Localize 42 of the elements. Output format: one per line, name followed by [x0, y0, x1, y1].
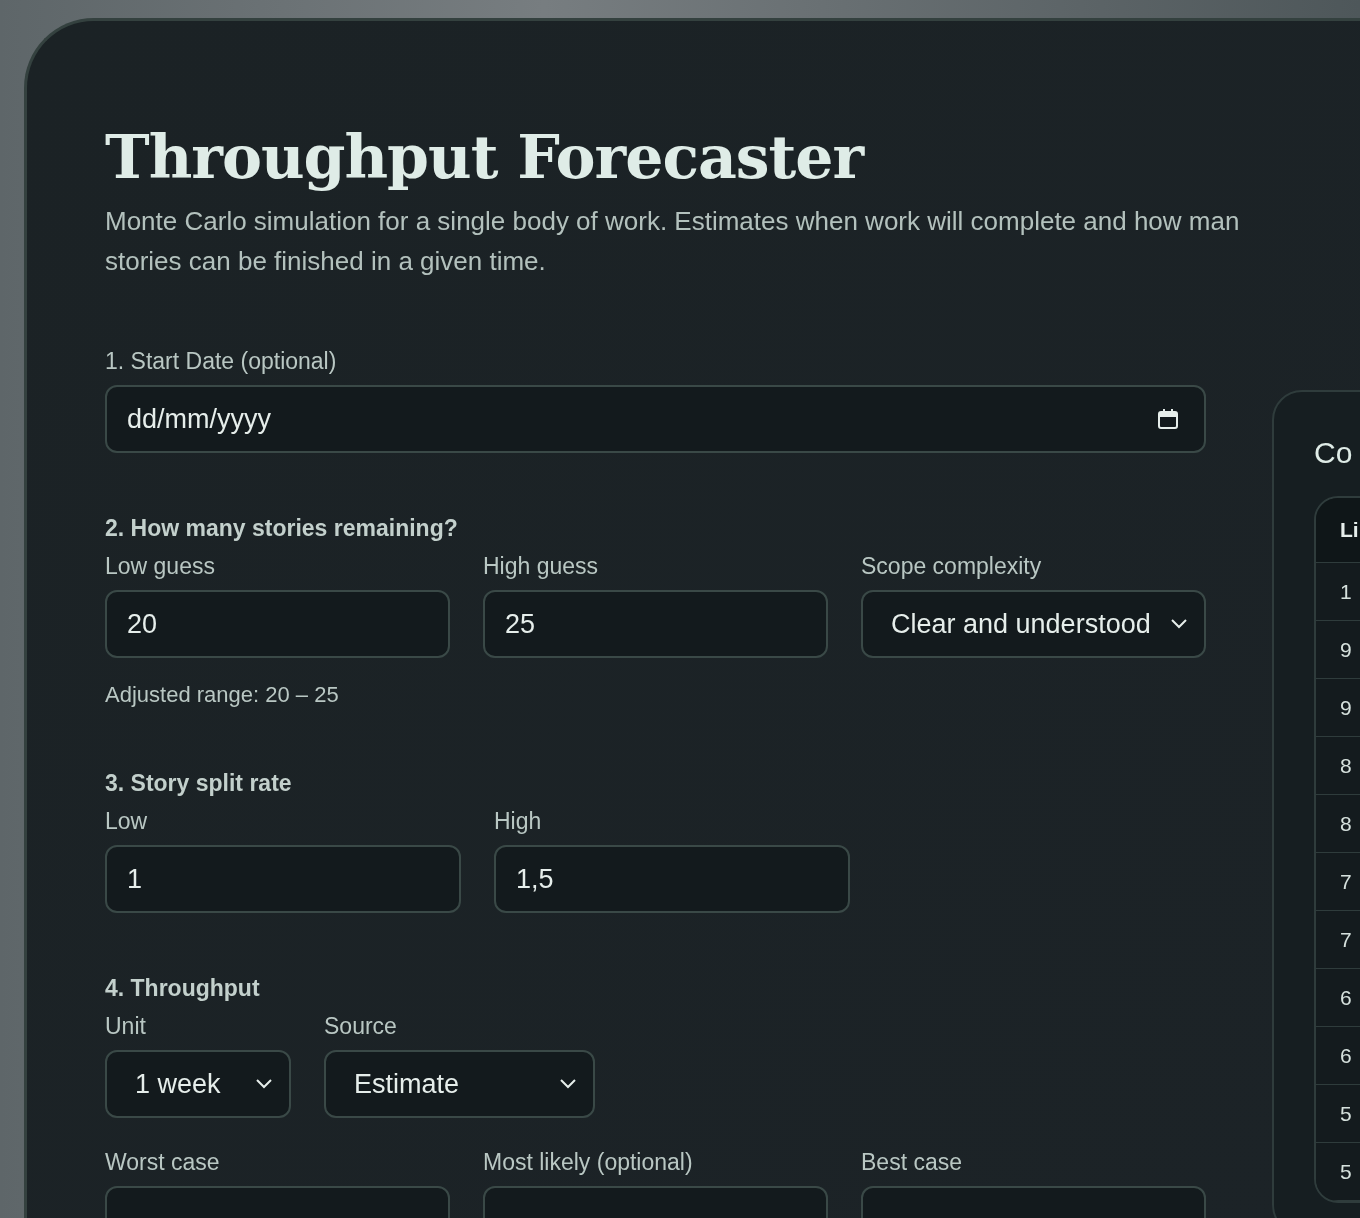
- input-field[interactable]: 20: [105, 590, 450, 658]
- chevron-icon: [559, 1078, 577, 1090]
- field-label: High guess: [483, 552, 599, 580]
- table-cell: 6: [1340, 1043, 1352, 1068]
- field-label: Unit: [105, 1012, 146, 1040]
- dropdown[interactable]: Estimate: [324, 1050, 595, 1118]
- table-cell: 9: [1340, 695, 1352, 720]
- table-cell: 7: [1340, 869, 1352, 894]
- table-cell: 5: [1340, 1159, 1352, 1184]
- date-field[interactable]: dd/mm/yyyy: [105, 385, 1206, 453]
- table-cell: 1: [1340, 579, 1352, 604]
- field-label: Scope complexity: [861, 552, 1042, 580]
- calendar-icon: [1156, 407, 1180, 431]
- page-title: Throughput Forecaster: [105, 121, 866, 193]
- description: Monte Carlo simulation for a single body of work. Estimates when work will complete and how man stories can be finished in a given time.: [105, 205, 1240, 278]
- field-label: Source: [324, 1012, 397, 1040]
- table-cell: 9: [1340, 637, 1352, 662]
- table-cell: 5: [1340, 1101, 1352, 1126]
- field-label: High: [494, 807, 542, 835]
- input-field[interactable]: 25: [483, 590, 828, 658]
- chevron-icon: [1170, 618, 1188, 630]
- dropdown[interactable]: Clear and understood: [861, 590, 1206, 658]
- table-cell: 8: [1340, 811, 1352, 836]
- field-label: Most likely (optional): [483, 1148, 693, 1176]
- section-heading: 4. Throughput: [105, 975, 260, 1002]
- section-heading: 2. How many stories remaining?: [105, 515, 458, 542]
- field-label: Worst case: [105, 1148, 220, 1176]
- field-label: Low guess: [105, 552, 215, 580]
- section-heading: 3. Story split rate: [105, 770, 292, 797]
- field-label: Low: [105, 807, 148, 835]
- panel-title: Co: [1314, 436, 1353, 470]
- table-cell: 8: [1340, 753, 1352, 778]
- input-field[interactable]: 1,5: [494, 845, 850, 913]
- adjusted-range: Adjusted range: 20 – 25: [105, 682, 339, 708]
- table-cell: 7: [1340, 927, 1352, 952]
- field-label: 1. Start Date (optional): [105, 347, 337, 375]
- chevron-icon: [255, 1078, 273, 1090]
- input-field[interactable]: 1: [105, 845, 461, 913]
- column-header: Li: [1340, 518, 1359, 542]
- table-cell: 6: [1340, 985, 1352, 1010]
- field-label: Best case: [861, 1148, 962, 1176]
- dropdown[interactable]: 1 week: [105, 1050, 291, 1118]
